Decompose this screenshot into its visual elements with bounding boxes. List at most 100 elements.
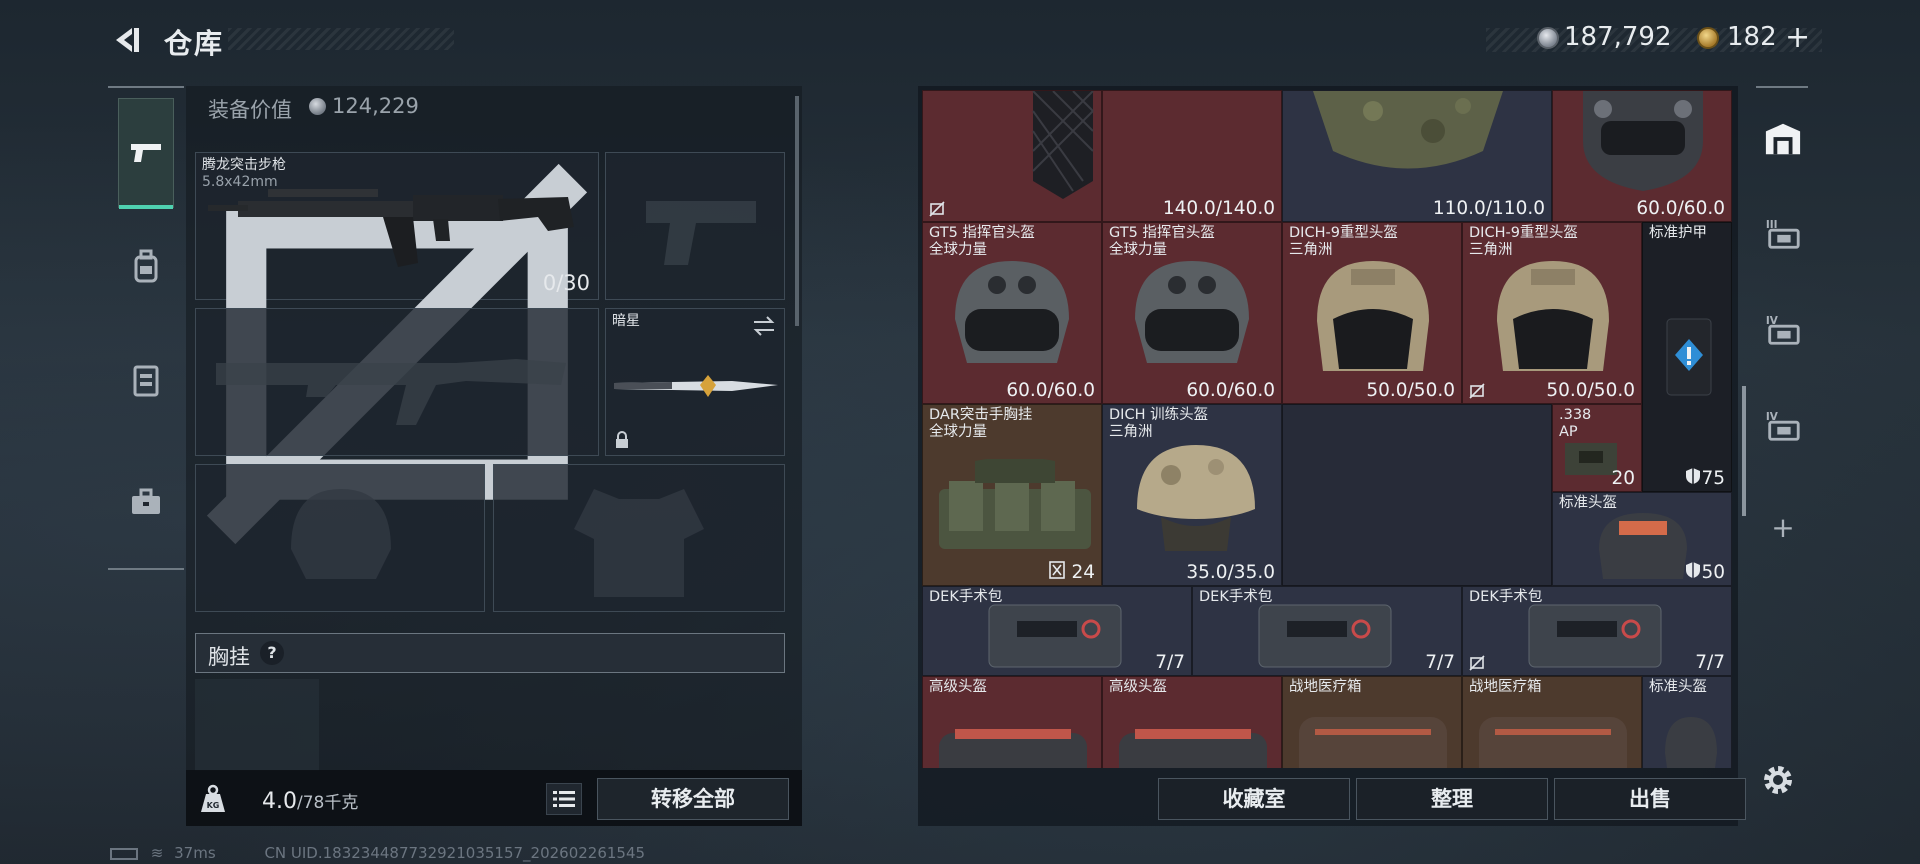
pistol-silhouette-icon xyxy=(646,201,756,265)
item-durability: 110.0/110.0 xyxy=(1432,198,1545,219)
item-name: DICH-9重型头盔 xyxy=(1469,225,1578,241)
swap-icon[interactable] xyxy=(752,315,776,337)
helmet-icon xyxy=(1497,261,1609,371)
wifi-icon: ≋ xyxy=(150,844,164,862)
item-name: .338 xyxy=(1559,407,1592,423)
tab-backpack[interactable] xyxy=(118,238,174,294)
knife-icon xyxy=(614,375,778,397)
stash-scrollbar[interactable] xyxy=(1742,386,1746,516)
helmet-silhouette-icon xyxy=(291,489,391,579)
equip-value-label: 装备价值 xyxy=(208,98,292,122)
user-uid: CN UID.183234487732921035157_20260226154… xyxy=(264,844,646,862)
item-name: 高级头盔 xyxy=(1109,679,1167,695)
collection-room-button[interactable]: 收藏室 xyxy=(1158,778,1350,820)
shield-icon xyxy=(1686,562,1700,578)
item-durability: 60.0/60.0 xyxy=(1186,380,1275,401)
item-capacity: 24 xyxy=(1071,562,1095,583)
tab-stash-main[interactable] xyxy=(1764,120,1802,158)
chest-rig-icon xyxy=(939,459,1091,549)
backpack-icon xyxy=(134,249,158,283)
case-tier4-icon: IV xyxy=(1766,411,1800,441)
stash-item[interactable]: 高级头盔 xyxy=(1102,676,1282,768)
empty-slot[interactable] xyxy=(1282,404,1552,586)
helmet-slot[interactable] xyxy=(195,464,485,612)
equip-value: 124,229 xyxy=(332,94,419,118)
help-icon[interactable]: ? xyxy=(260,641,284,665)
rifle-icon xyxy=(208,189,574,267)
item-faction: 全球力量 xyxy=(929,424,987,440)
item-faction: 全球力量 xyxy=(1109,242,1167,258)
tab-case-tier4a[interactable]: IV xyxy=(1764,310,1802,348)
bag-icon xyxy=(1119,729,1267,768)
silver-coin-icon xyxy=(309,98,326,115)
add-currency-button[interactable]: + xyxy=(1785,20,1810,55)
category-rail xyxy=(108,86,184,570)
sidearm-slot[interactable] xyxy=(605,152,785,300)
transfer-all-button[interactable]: 转移全部 xyxy=(597,778,789,820)
list-view-button[interactable] xyxy=(546,783,582,815)
stash-item[interactable]: 标准头盔 50 xyxy=(1552,492,1732,586)
currency-balance: 187,792 xyxy=(1564,22,1672,52)
stash-item[interactable]: 140.0/140.0 xyxy=(1102,90,1282,222)
item-durability: 60.0/60.0 xyxy=(1636,198,1725,219)
item-name: 战地医疗箱 xyxy=(1289,679,1362,695)
chestrig-label: 胸挂 xyxy=(208,645,250,669)
stash-item[interactable]: 高级头盔 xyxy=(922,676,1102,768)
bag-icon xyxy=(939,729,1087,768)
no-insure-icon xyxy=(1469,383,1485,399)
chestrig-slot[interactable] xyxy=(195,679,319,771)
title-decoration xyxy=(228,28,454,50)
case-tier3-icon: III xyxy=(1766,219,1800,249)
stash-item[interactable]: 战地医疗箱 xyxy=(1462,676,1642,768)
item-durability: 50.0/50.0 xyxy=(1366,380,1455,401)
stash-item[interactable]: DEK手术包 7/7 xyxy=(1462,586,1732,676)
stash-item[interactable]: .338 AP 20 xyxy=(1552,404,1642,492)
add-tab-button[interactable]: + xyxy=(1764,508,1802,546)
stash-item[interactable]: 60.0/60.0 xyxy=(1552,90,1732,222)
item-durability: 35.0/35.0 xyxy=(1186,562,1275,583)
stash-item[interactable]: GT5 指挥官头盔 全球力量 60.0/60.0 xyxy=(1102,222,1282,404)
weight-capacity: /78千克 xyxy=(297,793,359,813)
tab-case-tier4b[interactable]: IV xyxy=(1764,406,1802,444)
helmet-icon xyxy=(1599,513,1687,579)
stash-item[interactable]: DAR突击手胸挂 全球力量 24 xyxy=(922,404,1102,586)
tab-case-tier3[interactable]: III xyxy=(1764,214,1802,252)
primary-weapon-slot[interactable]: 腾龙突击步枪 5.8x42mm 0/30 xyxy=(195,152,599,545)
helmet-icon xyxy=(1137,445,1255,551)
page-title: 仓库 xyxy=(164,27,225,60)
stash-item[interactable]: DICH-9重型头盔 三角洲 50.0/50.0 xyxy=(1462,222,1642,404)
stash-item[interactable]: DICH 训练头盔 三角洲 35.0/35.0 xyxy=(1102,404,1282,586)
loadout-scrollbar[interactable] xyxy=(795,96,799,326)
tab-vest[interactable] xyxy=(118,352,174,408)
back-arrow-icon[interactable] xyxy=(108,22,144,58)
tab-weapons[interactable] xyxy=(118,98,174,209)
sort-button[interactable]: 整理 xyxy=(1356,778,1548,820)
stash-item[interactable]: DEK手术包 7/7 xyxy=(1192,586,1462,676)
armor-vest-icon xyxy=(1032,91,1094,199)
melee-slot[interactable]: 暗星 xyxy=(605,308,785,456)
stash-item[interactable]: 110.0/110.0 xyxy=(1282,90,1552,222)
sell-button[interactable]: 出售 xyxy=(1554,778,1746,820)
item-name: 战地医疗箱 xyxy=(1469,679,1542,695)
shield-icon xyxy=(1686,468,1700,484)
stash-item[interactable]: DICH-9重型头盔 三角洲 50.0/50.0 xyxy=(1282,222,1462,404)
briefcase-icon xyxy=(132,488,160,514)
stash-item[interactable]: 标准护甲 75 xyxy=(1642,222,1732,492)
tab-case[interactable] xyxy=(118,474,174,530)
armor-plate-icon xyxy=(1666,318,1712,396)
stash-grid: 140.0/140.0 110.0/110.0 60.0/60.0 GT5 指挥… xyxy=(922,90,1737,768)
item-faction: 三角洲 xyxy=(1469,242,1513,258)
stash-item[interactable]: 战地医疗箱 xyxy=(1282,676,1462,768)
pistol-icon xyxy=(131,144,161,162)
stash-item[interactable]: DEK手术包 7/7 xyxy=(922,586,1192,676)
armor-slot[interactable] xyxy=(493,464,785,612)
stash-item[interactable]: 标准头盔 xyxy=(1642,676,1732,768)
item-name: DICH-9重型头盔 xyxy=(1289,225,1398,241)
item-name: 高级头盔 xyxy=(929,679,987,695)
warehouse-icon xyxy=(1765,123,1801,155)
stash-item[interactable] xyxy=(922,90,1102,222)
gear-icon[interactable] xyxy=(1760,762,1796,798)
stash-item[interactable]: GT5 指挥官头盔 全球力量 60.0/60.0 xyxy=(922,222,1102,404)
secondary-weapon-slot[interactable] xyxy=(195,308,599,456)
no-insure-icon xyxy=(1469,655,1485,671)
